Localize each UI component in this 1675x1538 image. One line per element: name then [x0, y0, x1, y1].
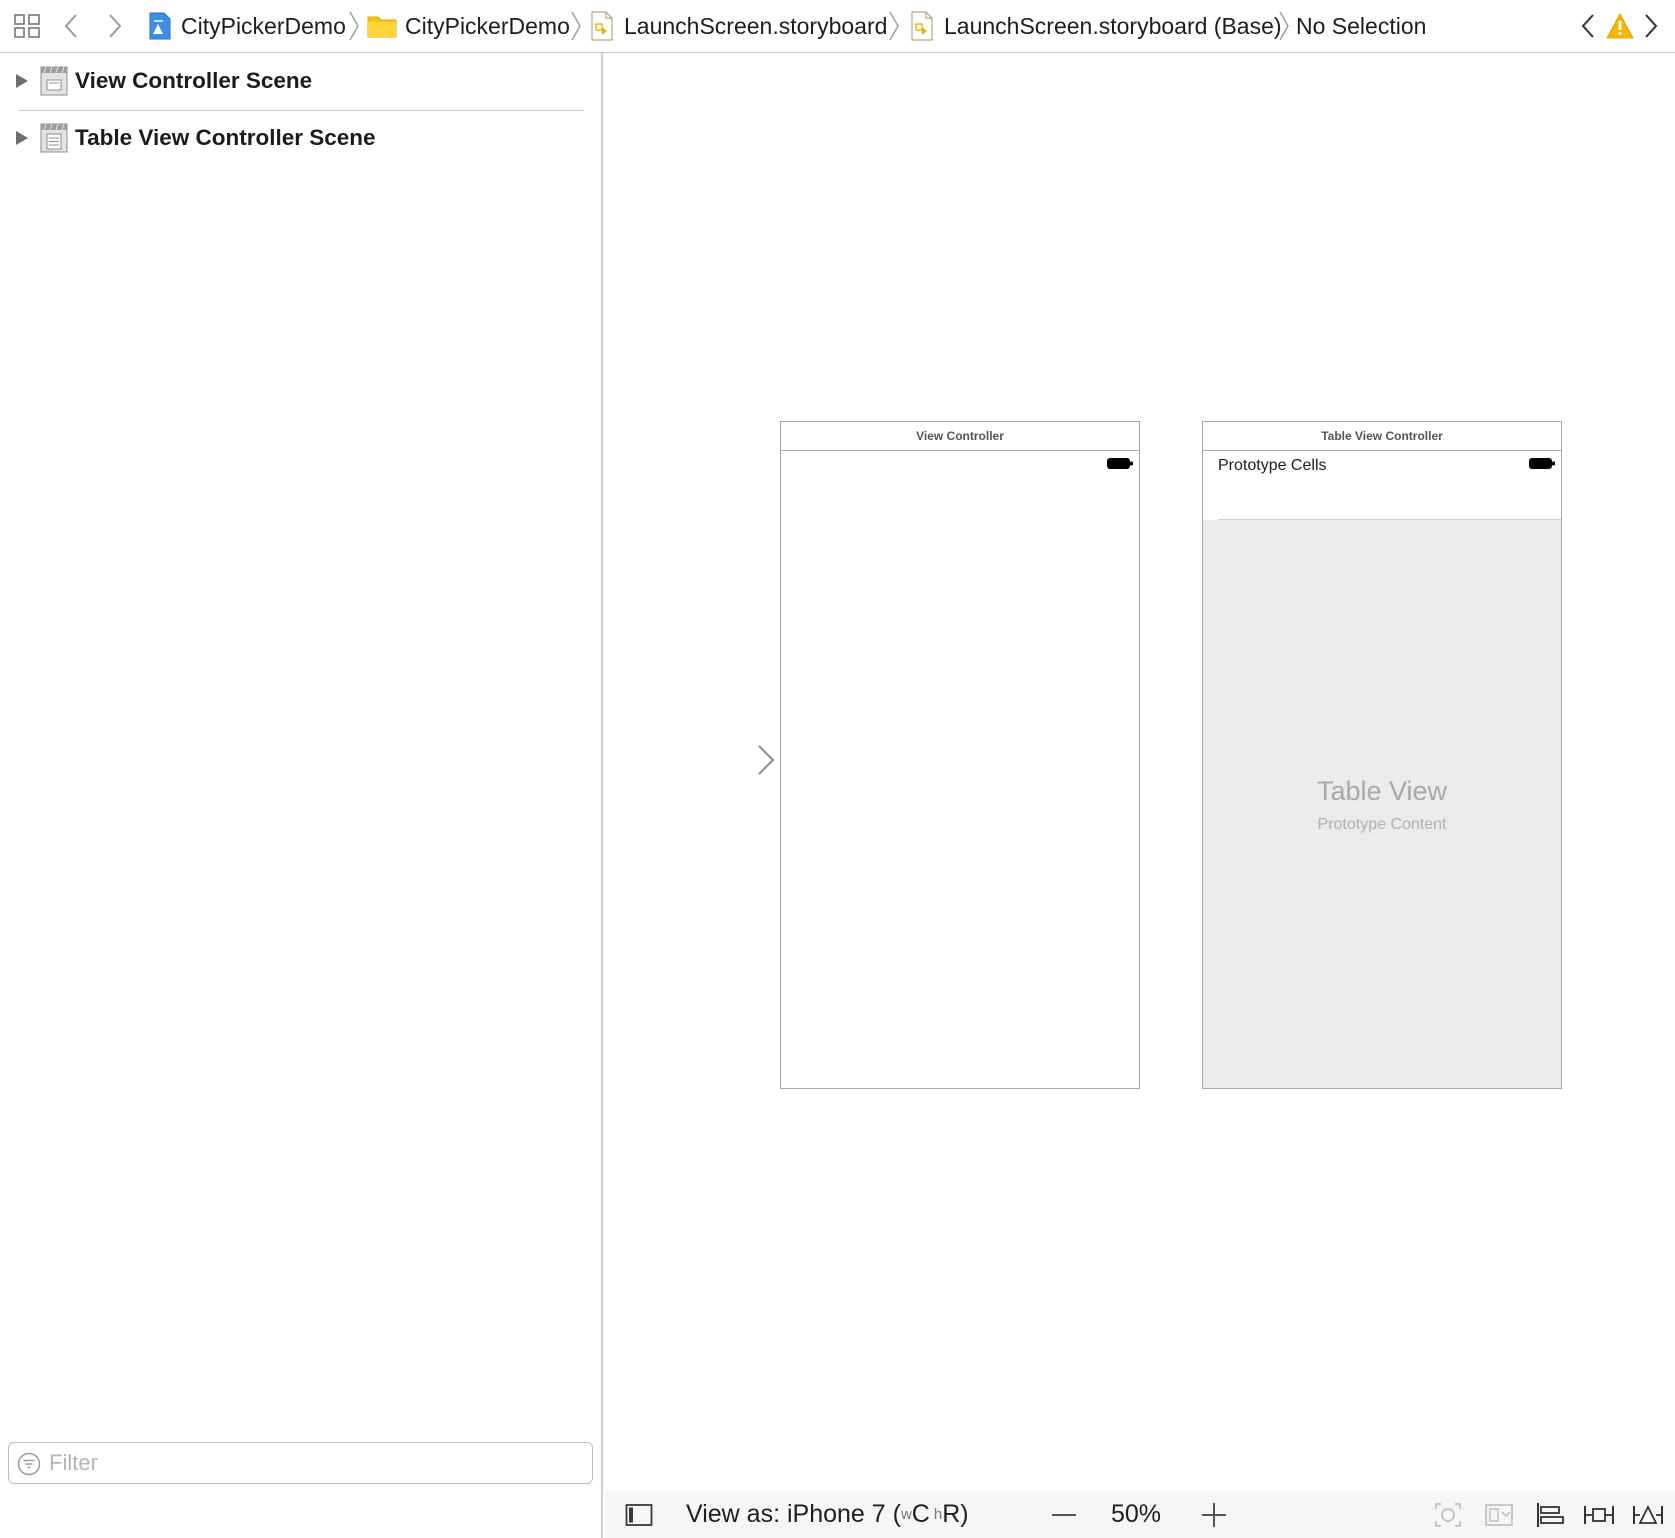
view-as-label: View as: iPhone 7 (	[686, 1500, 901, 1528]
outline-divider	[18, 110, 584, 111]
embed-in-stack-button[interactable]	[1484, 1491, 1514, 1538]
folder-icon	[367, 16, 397, 38]
breadcrumb-label: No Selection	[1296, 12, 1427, 39]
chevron-left-icon	[1581, 14, 1594, 38]
chevron-right-icon	[109, 14, 122, 38]
issue-indicator-button[interactable]	[1606, 0, 1634, 52]
breadcrumb-separator-icon	[349, 11, 359, 41]
back-button[interactable]	[62, 0, 80, 52]
forward-button[interactable]	[106, 0, 124, 52]
breadcrumb-no-selection[interactable]: No Selection	[1296, 0, 1426, 52]
breadcrumb-storyboard-base[interactable]: LaunchScreen.storyboard (Base)	[910, 0, 1282, 52]
zoom-level[interactable]: 50%	[1111, 1491, 1161, 1538]
zoom-in-button[interactable]	[1200, 1491, 1228, 1538]
previous-issue-button[interactable]	[1580, 0, 1596, 52]
breadcrumb-label: LaunchScreen.storyboard	[624, 12, 888, 39]
canvas-bottom-bar: View as: iPhone 7 (w C h R) 50%	[605, 1491, 1675, 1538]
breadcrumb-storyboard[interactable]: LaunchScreen.storyboard	[590, 0, 887, 52]
outline-item-table-view-controller-scene[interactable]: Table View Controller Scene	[0, 113, 603, 163]
add-constraints-button[interactable]	[1583, 1491, 1615, 1538]
breadcrumb-separator-icon	[889, 11, 899, 41]
project-icon	[149, 12, 171, 40]
disclosure-triangle-icon[interactable]	[15, 130, 29, 146]
align-icon	[1537, 1502, 1564, 1527]
storyboard-canvas[interactable]: View Controller Table View Controller Pr…	[605, 53, 1675, 1491]
resolve-auto-layout-button[interactable]	[1632, 1491, 1664, 1538]
pin-icon	[1584, 1505, 1614, 1524]
next-issue-button[interactable]	[1643, 0, 1659, 52]
table-view[interactable]: Table View Prototype Content	[1203, 520, 1561, 1088]
related-items-button[interactable]	[13, 0, 41, 52]
size-class-r: R)	[942, 1500, 969, 1528]
storyboard-file-icon	[591, 11, 613, 41]
size-class-w: w	[900, 1506, 912, 1523]
resolve-issues-icon	[1633, 1504, 1663, 1524]
plus-icon	[1202, 1502, 1226, 1527]
filter-input[interactable]	[49, 1447, 579, 1479]
disclosure-triangle-icon[interactable]	[15, 73, 29, 89]
breadcrumb-separator-icon	[1279, 11, 1289, 41]
breadcrumb-project[interactable]: CityPickerDemo	[148, 0, 346, 52]
outline-item-view-controller-scene[interactable]: View Controller Scene	[0, 56, 603, 106]
grid-icon	[14, 14, 40, 38]
size-class-h: h	[933, 1506, 943, 1523]
warning-icon	[1606, 13, 1634, 39]
size-class-c: C	[911, 1500, 930, 1528]
storyboard-file-icon	[911, 11, 933, 41]
minus-icon	[1052, 1513, 1076, 1516]
stack-view-icon	[1485, 1503, 1513, 1526]
zoom-out-button[interactable]	[1050, 1491, 1078, 1538]
chevron-right-icon	[1645, 14, 1658, 38]
toggle-outline-button[interactable]	[625, 1491, 653, 1538]
table-view-controller-scene[interactable]: Table View Controller Prototype Cells Ta…	[1202, 421, 1562, 1089]
chevron-left-icon	[64, 14, 77, 38]
outline-item-label: View Controller Scene	[75, 68, 313, 93]
align-button[interactable]	[1535, 1491, 1565, 1538]
table-scene-icon	[40, 123, 68, 153]
breadcrumb-label: LaunchScreen.storyboard (Base)	[944, 12, 1282, 39]
breadcrumb-label: CityPickerDemo	[405, 12, 570, 39]
sidebar-toggle-icon	[625, 1503, 653, 1526]
breadcrumb-separator-icon	[571, 11, 581, 41]
battery-icon	[1107, 458, 1133, 469]
outline-item-label: Table View Controller Scene	[75, 125, 376, 150]
view-controller-scene[interactable]: View Controller	[780, 421, 1140, 1089]
table-view-label: Table View	[1316, 776, 1448, 806]
device-configuration-button[interactable]: View as: iPhone 7 (w C h R)	[686, 1491, 969, 1538]
document-outline: View Controller Scene Table View Control…	[0, 53, 603, 1538]
initial-view-controller-arrow-icon[interactable]	[685, 743, 777, 777]
battery-icon	[1529, 458, 1555, 469]
jump-bar: CityPickerDemo CityPickerDemo LaunchScre…	[0, 0, 1675, 53]
scene-title: View Controller	[781, 422, 1139, 451]
update-frames-button[interactable]	[1433, 1491, 1463, 1538]
filter-icon	[17, 1452, 41, 1476]
scene-title: Table View Controller	[1203, 422, 1561, 451]
breadcrumb-label: CityPickerDemo	[181, 12, 346, 39]
prototype-cells-label: Prototype Cells	[1218, 457, 1327, 474]
prototype-content-label: Prototype Content	[1317, 816, 1447, 833]
update-frames-icon	[1435, 1502, 1461, 1527]
scene-icon	[40, 66, 68, 96]
breadcrumb-folder[interactable]: CityPickerDemo	[367, 0, 570, 52]
filter-field[interactable]	[8, 1442, 593, 1484]
